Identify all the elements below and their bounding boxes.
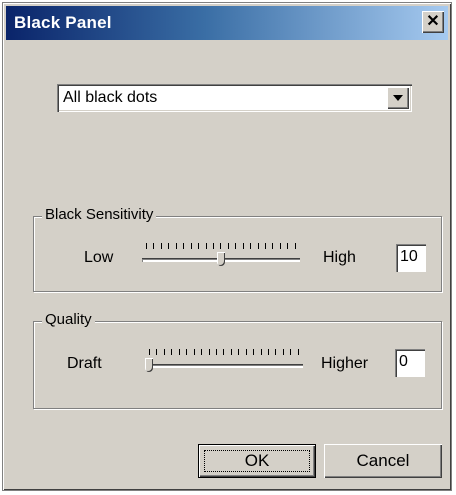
slider-track: [145, 364, 303, 368]
slider-tick: [265, 243, 266, 249]
slider-tick: [198, 243, 200, 249]
slider-tick: [223, 349, 225, 355]
slider-tick: [290, 349, 292, 355]
slider-tick: [257, 243, 259, 249]
dot-mode-dropdown[interactable]: All black dots: [57, 84, 412, 112]
slider-tick: [238, 349, 240, 355]
slider-tick: [268, 349, 269, 355]
slider-tick: [220, 243, 222, 249]
slider-tick: [235, 243, 237, 249]
focus-rectangle: [204, 450, 310, 472]
slider-tick: [245, 349, 247, 355]
slider-tick: [149, 349, 150, 355]
slider-tick: [201, 349, 203, 355]
close-button[interactable]: ✕: [422, 11, 444, 33]
cancel-button[interactable]: Cancel: [324, 444, 442, 478]
slider-tick: [227, 243, 229, 249]
slider-tick: [279, 243, 281, 249]
slider-ticks: [146, 243, 296, 251]
sensitivity-low-label: Low: [84, 249, 114, 266]
ok-button[interactable]: OK: [198, 444, 316, 478]
slider-thumb[interactable]: [217, 252, 225, 266]
chevron-down-icon[interactable]: [387, 87, 409, 109]
slider-tick: [160, 243, 162, 249]
slider-tick: [190, 243, 192, 249]
black-sensitivity-slider[interactable]: [142, 243, 300, 271]
slider-tick: [297, 349, 299, 355]
slider-tick: [175, 243, 177, 249]
sensitivity-high-label: High: [323, 249, 356, 266]
slider-tick: [215, 349, 217, 355]
sensitivity-value-field[interactable]: 10: [396, 244, 426, 272]
slider-tick: [275, 349, 277, 355]
slider-thumb[interactable]: [145, 358, 153, 372]
slider-tick: [205, 243, 207, 249]
quality-low-label: Draft: [67, 355, 102, 372]
black-sensitivity-label: Black Sensitivity: [42, 206, 157, 223]
slider-tick: [287, 243, 289, 249]
slider-tick: [230, 349, 232, 355]
slider-tick: [168, 243, 170, 249]
quality-high-label: Higher: [321, 355, 369, 372]
black-panel-dialog: Black Panel ✕ All black dots Black Sensi…: [2, 2, 452, 491]
cancel-button-label: Cancel: [356, 451, 410, 470]
slider-tick: [186, 349, 188, 355]
title-bar[interactable]: Black Panel ✕: [6, 6, 448, 40]
quality-label: Quality: [42, 311, 95, 328]
slider-tick: [183, 243, 185, 249]
slider-tick: [178, 349, 180, 355]
slider-tick: [260, 349, 262, 355]
dot-mode-value: All black dots: [63, 89, 158, 106]
slider-tick: [163, 349, 165, 355]
slider-ticks: [149, 349, 299, 357]
slider-tick: [153, 243, 155, 249]
slider-tick: [294, 243, 296, 249]
slider-tick: [171, 349, 173, 355]
slider-tick: [282, 349, 284, 355]
quality-slider[interactable]: [145, 349, 303, 377]
quality-value-field[interactable]: 0: [395, 349, 425, 377]
window-title: Black Panel: [14, 13, 112, 32]
close-icon: ✕: [426, 13, 440, 30]
slider-tick: [272, 243, 274, 249]
slider-tick: [212, 243, 214, 249]
slider-tick: [208, 349, 210, 355]
slider-tick: [156, 349, 158, 355]
slider-tick: [193, 349, 195, 355]
slider-tick: [242, 243, 244, 249]
slider-tick: [250, 243, 252, 249]
slider-tick: [253, 349, 255, 355]
slider-tick: [146, 243, 147, 249]
